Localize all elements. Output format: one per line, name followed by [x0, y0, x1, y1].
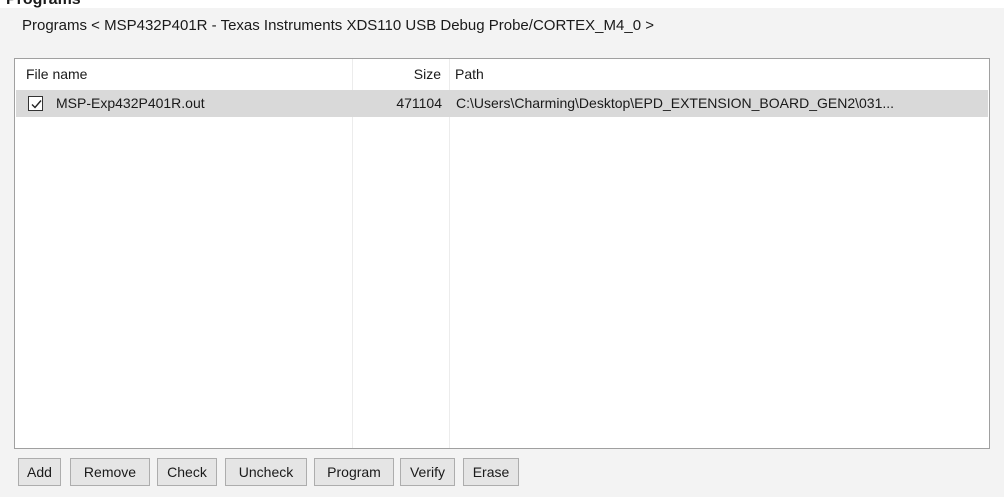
uncheck-button[interactable]: Uncheck	[225, 458, 307, 486]
clipped-heading-strip: Programs	[0, 0, 1004, 8]
erase-button[interactable]: Erase	[463, 458, 519, 486]
programs-panel: Programs Programs < MSP432P401R - Texas …	[0, 0, 1004, 497]
column-header-file-name[interactable]: File name	[26, 59, 87, 89]
verify-button[interactable]: Verify	[400, 458, 455, 486]
clipped-heading: Programs	[6, 0, 81, 8]
table-row[interactable]: MSP-Exp432P401R.out 471104 C:\Users\Char…	[16, 90, 988, 117]
column-header-size[interactable]: Size	[361, 59, 441, 89]
program-table: File name Size Path MSP-Exp432P401R.out …	[14, 58, 990, 449]
remove-button[interactable]: Remove	[70, 458, 150, 486]
column-separator	[352, 59, 353, 448]
program-toolbar: Add Remove Check Uncheck Program Verify …	[0, 458, 1004, 492]
file-name-cell: MSP-Exp432P401R.out	[56, 95, 205, 111]
checkmark-icon	[31, 100, 42, 109]
column-separator	[449, 59, 450, 448]
add-button[interactable]: Add	[18, 458, 61, 486]
path-cell: C:\Users\Charming\Desktop\EPD_EXTENSION_…	[456, 95, 895, 111]
row-checkbox[interactable]	[28, 96, 43, 111]
column-header-path[interactable]: Path	[455, 59, 484, 89]
size-cell: 471104	[396, 95, 442, 111]
page-title: Programs < MSP432P401R - Texas Instrumen…	[22, 17, 654, 34]
program-button[interactable]: Program	[314, 458, 394, 486]
check-button[interactable]: Check	[157, 458, 217, 486]
